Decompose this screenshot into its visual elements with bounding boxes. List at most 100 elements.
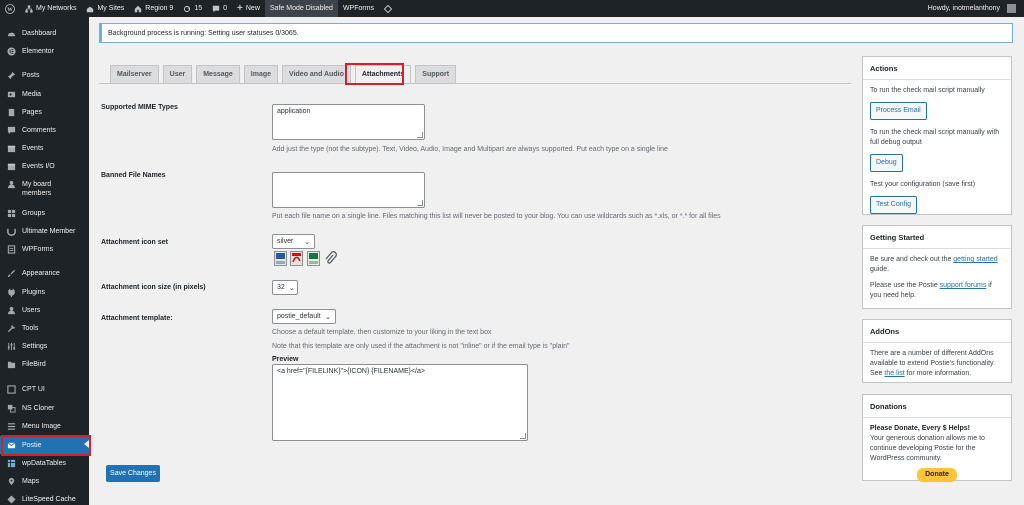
addons-title: AddOns [863, 320, 1011, 343]
comment-icon [7, 126, 16, 135]
plus-icon: + [237, 3, 243, 14]
tab-message[interactable]: Message [196, 65, 240, 83]
donate-button[interactable]: Donate [917, 468, 957, 482]
mime-types-label: Supported MIME Types [101, 104, 178, 111]
mime-types-textarea[interactable]: application [272, 104, 425, 140]
sidebar-item-users[interactable]: Users [0, 302, 89, 319]
sidebar-item-menu-image[interactable]: Menu Image [0, 418, 89, 435]
tab-mailserver[interactable]: Mailserver [110, 65, 159, 83]
sidebar-item-appearance[interactable]: Appearance [0, 265, 89, 282]
tab-image[interactable]: Image [243, 65, 279, 83]
sidebar-item-pages[interactable]: Pages [0, 104, 89, 121]
sidebar-item-my-board-members[interactable]: My board members [0, 178, 89, 200]
sidebar-item-ultimate-member[interactable]: Ultimate Member [0, 223, 89, 240]
wrench-icon [7, 324, 16, 333]
settings-tabs: Mailserver User Message Image Video and … [110, 65, 457, 83]
home-icon [135, 5, 142, 12]
comments-menu[interactable]: 0 [207, 0, 232, 17]
my-networks-menu[interactable]: My Networks [20, 0, 81, 17]
save-changes-button[interactable]: Save Changes [106, 465, 160, 482]
tab-video-and-audio[interactable]: Video and Audio [282, 65, 351, 83]
calendar-icon [7, 162, 16, 171]
table-icon [7, 459, 16, 468]
addons-box: AddOns There are a number of different A… [862, 319, 1012, 383]
actions-box: Actions To run the check mail script man… [862, 56, 1012, 215]
howdy-label: Howdy, inotmelanthony [927, 5, 1000, 12]
sidebar-item-settings[interactable]: Settings [0, 338, 89, 355]
menu-icon [7, 422, 16, 431]
brush-icon [7, 269, 16, 278]
addons-list-link[interactable]: the list [884, 370, 904, 377]
attachment-template-label: Attachment template: [101, 315, 173, 322]
banned-file-names-description: Put each file name on a single line. Fil… [272, 213, 721, 220]
tab-support[interactable]: Support [415, 65, 457, 83]
sidebar-item-media[interactable]: Media [0, 86, 89, 103]
wordpress-logo-icon[interactable]: W [0, 0, 20, 17]
xls-file-icon [307, 251, 320, 266]
sidebar-item-events[interactable]: Events [0, 140, 89, 157]
my-sites-menu[interactable]: My Sites [81, 0, 129, 17]
actions-title: Actions [863, 57, 1011, 80]
getting-started-box: Getting Started Be sure and check out th… [862, 225, 1012, 309]
cpt-icon [7, 385, 16, 394]
sidebar-item-elementor[interactable]: Elementor [0, 43, 89, 60]
sidebar-item-wpdatatables[interactable]: wpDataTables [0, 455, 89, 472]
sidebar-item-plugins[interactable]: Plugins [0, 284, 89, 301]
process-email-button[interactable]: Process Email [870, 102, 927, 120]
paperclip-icon [325, 251, 337, 264]
postie-highlight-box [1, 435, 91, 456]
icon-set-select[interactable]: silver ⌄ [272, 234, 315, 249]
sidebar-item-maps[interactable]: Maps [0, 473, 89, 490]
preview-label: Preview [272, 356, 299, 363]
sidebar-item-posts[interactable]: Posts [0, 67, 89, 84]
network-icon [25, 4, 33, 13]
template-note: Note that this template are only used if… [272, 343, 570, 350]
folder-icon [7, 360, 16, 369]
sidebar-item-litespeed-cache[interactable]: LiteSpeed Cache [0, 491, 89, 505]
pin-icon [7, 71, 16, 80]
mime-types-description: Add just the type (not the subtype). Tex… [272, 146, 668, 153]
sidebar-item-comments[interactable]: Comments [0, 122, 89, 139]
donations-box: Donations Please Donate, Every $ Helps! … [862, 394, 1012, 482]
chevron-down-icon: ⌄ [325, 313, 331, 321]
attachment-icon-size-label: Attachment icon size (in pixels) [101, 284, 206, 291]
pdf-file-icon [290, 251, 303, 266]
tab-user[interactable]: User [162, 65, 193, 83]
chevron-down-icon: ⌄ [304, 238, 310, 246]
diamond-menu[interactable] [379, 0, 397, 17]
support-forums-link[interactable]: support forums [940, 282, 987, 289]
icon-size-select[interactable]: 32 ⌄ [272, 280, 298, 295]
template-preview-textarea[interactable]: <a href="{FILELINK}">{ICON} {FILENAME}</… [272, 364, 528, 441]
map-pin-icon [7, 477, 16, 486]
sidebar-item-filebird[interactable]: FileBird [0, 356, 89, 373]
my-networks-label: My Networks [36, 5, 77, 12]
litespeed-icon [7, 495, 16, 504]
sidebar-item-tools[interactable]: Tools [0, 320, 89, 337]
getting-started-title: Getting Started [863, 226, 1011, 249]
svg-text:W: W [7, 7, 13, 13]
actions-text-1: To run the check mail script manually [870, 87, 985, 94]
updates-menu[interactable]: 15 [178, 0, 207, 17]
form-icon [7, 245, 16, 254]
um-icon [7, 227, 16, 236]
wpforms-menu[interactable]: WPForms [338, 0, 379, 17]
debug-button[interactable]: Debug [870, 154, 903, 172]
sidebar-item-wpforms[interactable]: WPForms [0, 241, 89, 258]
getting-started-link[interactable]: getting started [953, 256, 997, 263]
calendar-icon [7, 144, 16, 153]
sidebar-item-groups[interactable]: Groups [0, 205, 89, 222]
banned-file-names-textarea[interactable] [272, 172, 425, 208]
user-account-menu[interactable]: Howdy, inotmelanthony [923, 0, 1024, 17]
new-content-menu[interactable]: + New [232, 0, 265, 17]
sidebar-item-ns-cloner[interactable]: NS Cloner [0, 400, 89, 417]
safe-mode-status[interactable]: Safe Mode Disabled [264, 0, 338, 17]
test-config-button[interactable]: Test Config [870, 196, 918, 214]
sidebar-item-events-io[interactable]: Events I/O [0, 158, 89, 175]
site-name-menu[interactable]: Region 9 [129, 0, 178, 17]
admin-bar: W My Networks My Sites Region 9 15 0 + N… [0, 0, 1024, 17]
updates-count: 15 [194, 5, 203, 12]
template-select[interactable]: postie_default ⌄ [272, 309, 336, 324]
template-description: Choose a default template, then customiz… [272, 329, 492, 336]
sidebar-item-cpt-ui[interactable]: CPT UI [0, 381, 89, 398]
sidebar-item-dashboard[interactable]: Dashboard [0, 25, 89, 42]
